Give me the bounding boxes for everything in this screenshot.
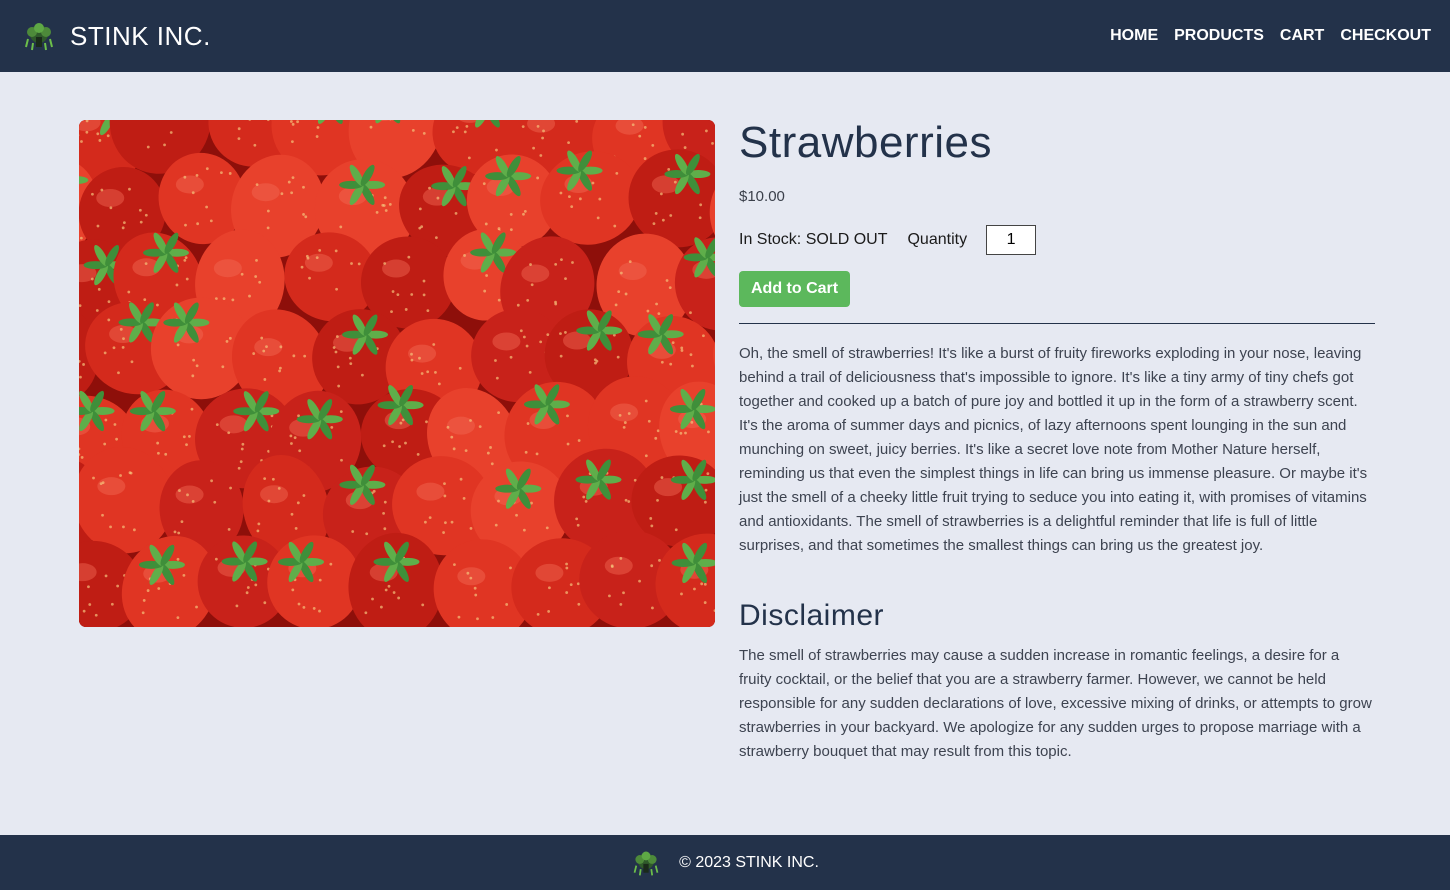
product-details: Strawberries $10.00 In Stock: SOLD OUT Q… — [739, 118, 1375, 764]
brand[interactable]: STINK INC. — [22, 19, 211, 53]
quantity-input[interactable] — [986, 225, 1037, 255]
quantity-label: Quantity — [907, 231, 968, 248]
product-page: Strawberries $10.00 In Stock: SOLD OUT Q… — [0, 72, 1450, 835]
add-to-cart-button[interactable]: Add to Cart — [739, 271, 851, 307]
navbar: STINK INC. HOME PRODUCTS CART CHECKOUT — [0, 0, 1450, 72]
strawberries-photo — [79, 120, 715, 627]
stock-status: In Stock: SOLD OUT — [739, 231, 888, 248]
nav-products[interactable]: PRODUCTS — [1174, 27, 1264, 45]
stink-cloud-logo-icon — [633, 851, 659, 875]
product-image — [79, 120, 715, 627]
nav-checkout[interactable]: CHECKOUT — [1340, 27, 1431, 45]
product-description: Oh, the smell of strawberries! It's like… — [739, 345, 1368, 554]
nav-home[interactable]: HOME — [1110, 27, 1158, 45]
divider — [739, 323, 1375, 324]
stink-cloud-logo-icon — [25, 23, 53, 51]
product-price: $10.00 — [739, 188, 785, 205]
nav-links: HOME PRODUCTS CART CHECKOUT — [1110, 27, 1431, 45]
footer: © 2023 STINK INC. — [0, 835, 1450, 890]
disclaimer-text: The smell of strawberries may cause a su… — [739, 647, 1372, 760]
disclaimer-title: Disclaimer — [739, 599, 885, 632]
stock-row: In Stock: SOLD OUT Quantity — [739, 225, 1375, 255]
product-title: Strawberries — [739, 118, 992, 167]
footer-copyright: © 2023 STINK INC. — [679, 853, 819, 871]
brand-name: STINK INC. — [70, 20, 211, 51]
nav-cart[interactable]: CART — [1280, 27, 1324, 45]
